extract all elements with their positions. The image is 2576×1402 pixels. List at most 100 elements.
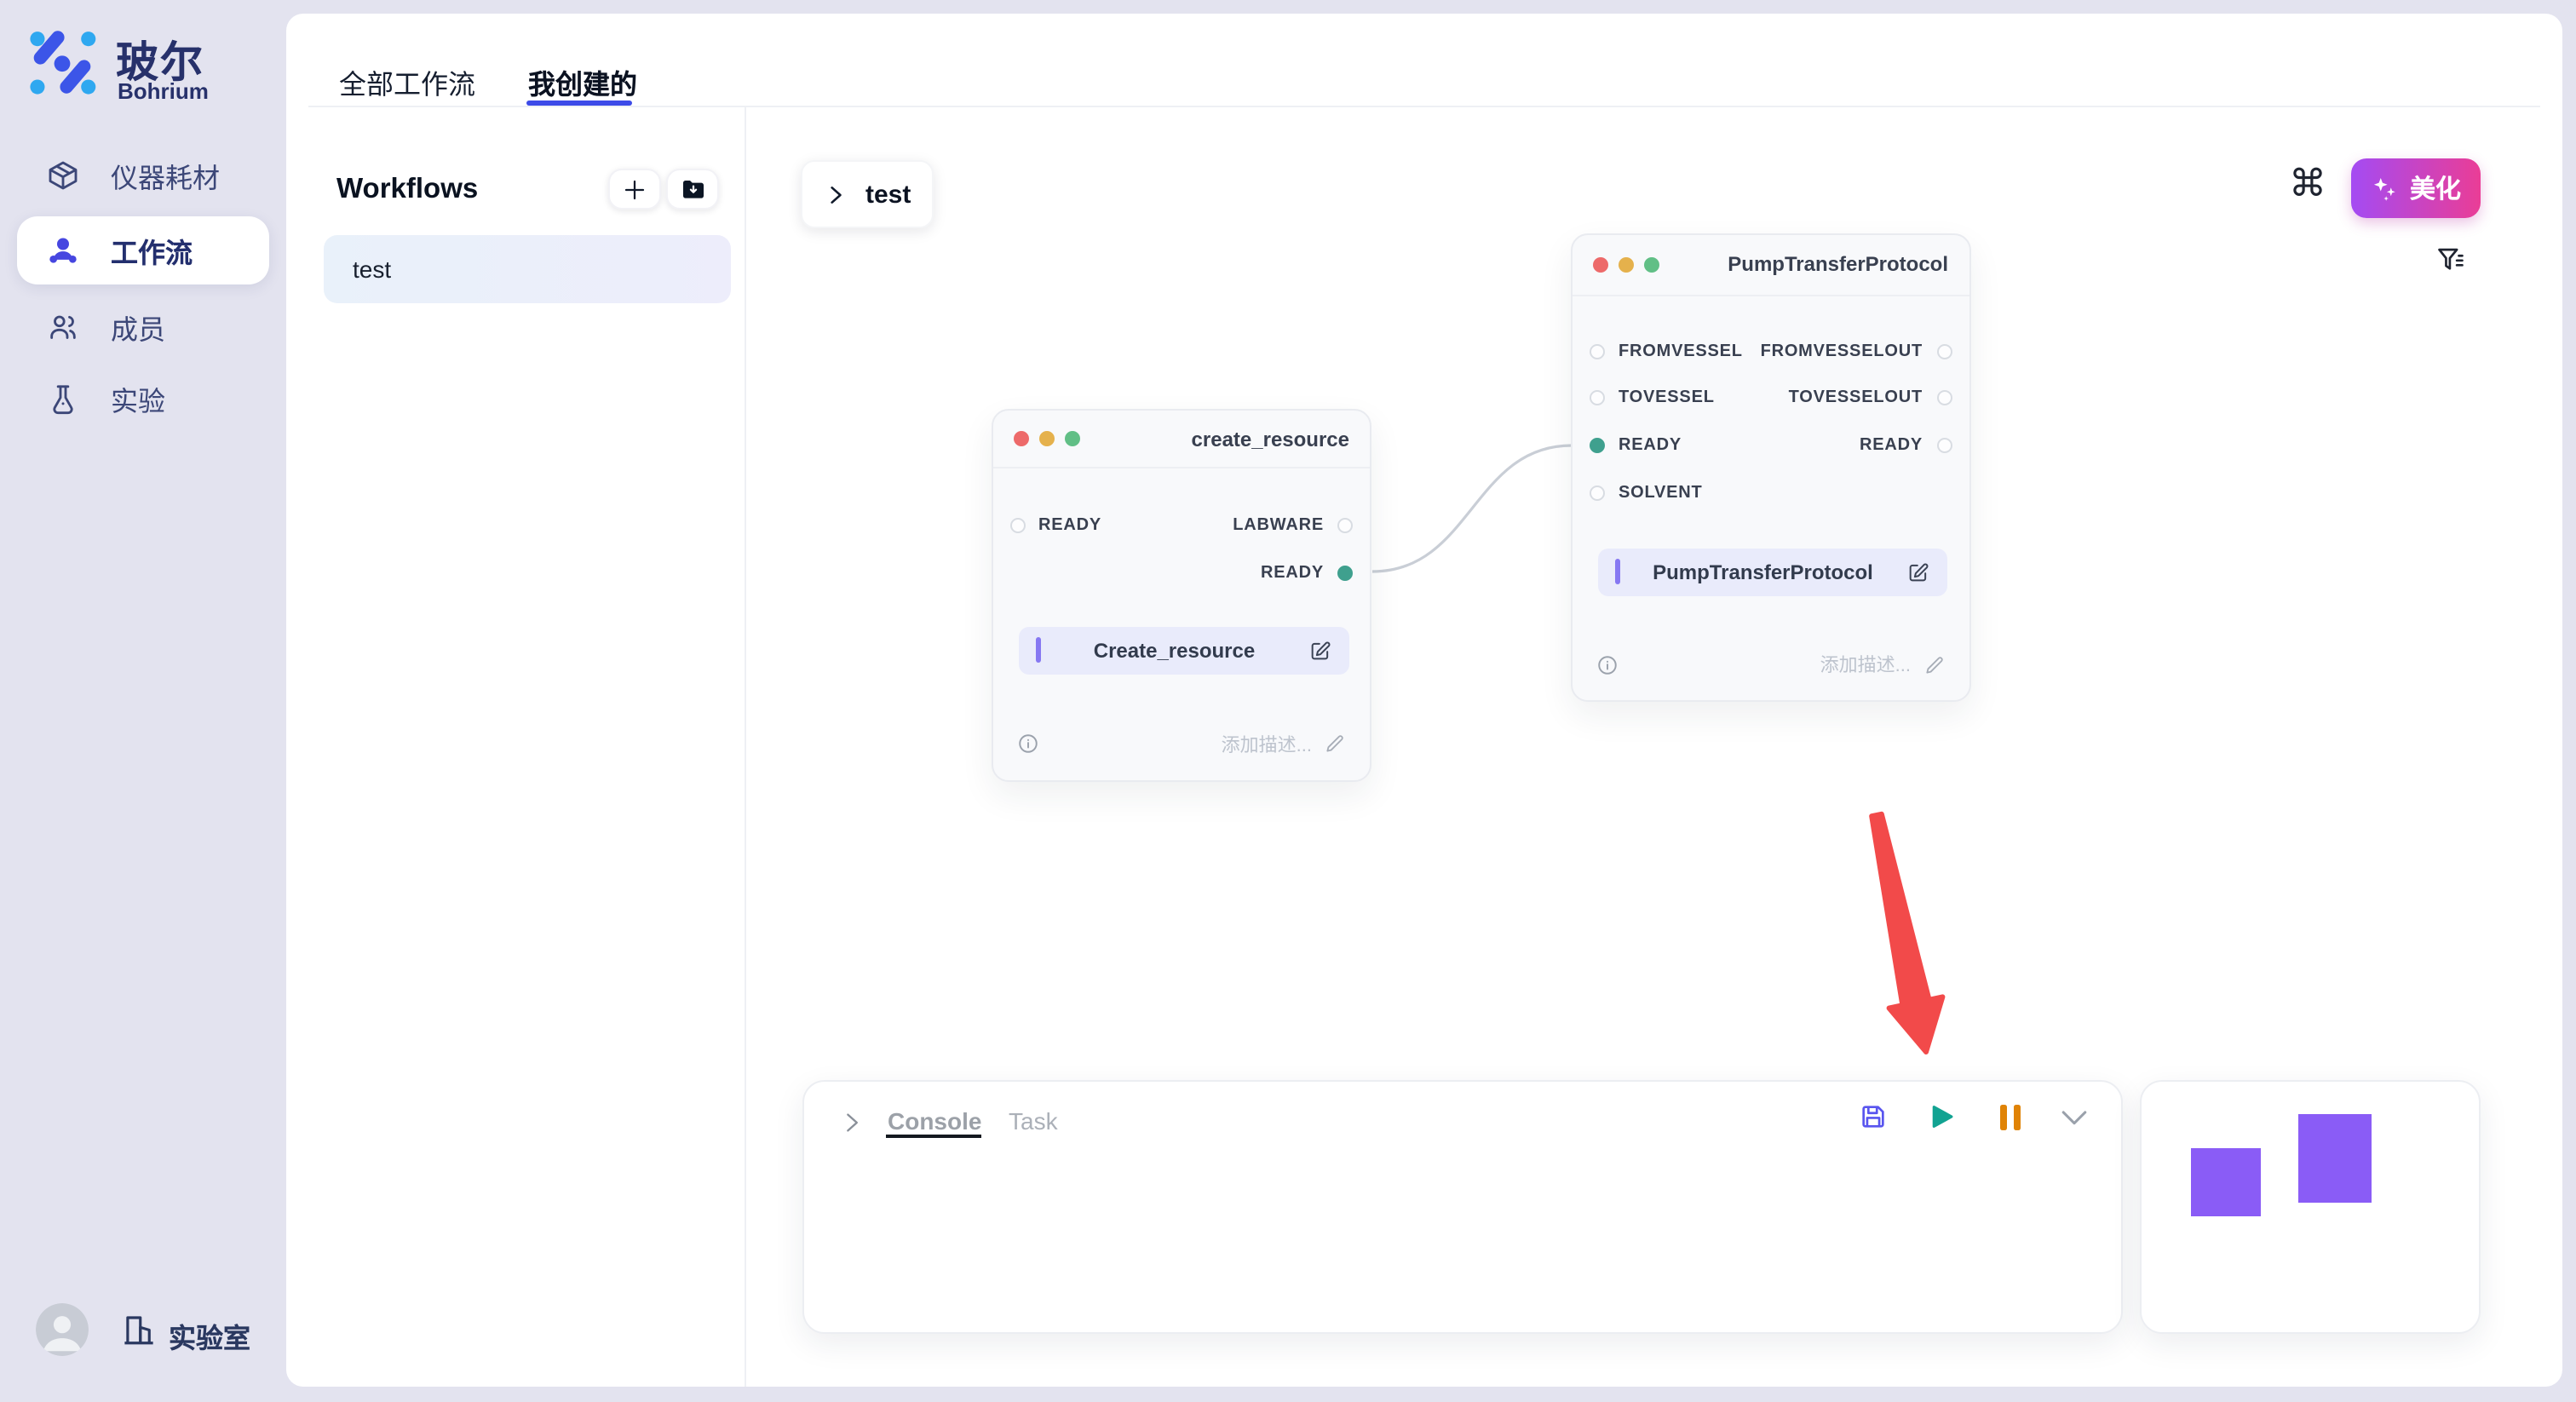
console-expand-chevron-icon[interactable] bbox=[839, 1111, 863, 1135]
workflows-panel-title: Workflows bbox=[336, 173, 478, 205]
beautify-label: 美化 bbox=[2410, 170, 2461, 206]
node-title: create_resource bbox=[1192, 427, 1349, 451]
run-play-icon[interactable] bbox=[1925, 1100, 1958, 1133]
description-placeholder[interactable]: 添加描述... bbox=[1820, 651, 1911, 678]
node-header: create_resource bbox=[992, 411, 1370, 468]
panel-divider bbox=[745, 105, 746, 1386]
node-action-button[interactable]: Create_resource bbox=[1018, 626, 1349, 675]
plus-icon bbox=[622, 176, 647, 202]
tab-task[interactable]: Task bbox=[1009, 1107, 1058, 1135]
main-panel: 全部工作流 我创建的 Workflows test bbox=[285, 13, 2562, 1386]
port-dot-output-fromvesselout[interactable] bbox=[1936, 343, 1952, 359]
port-row-input-solvent: SOLVENT bbox=[1590, 482, 1703, 503]
breadcrumb-label: test bbox=[865, 180, 911, 209]
avatar-person-icon bbox=[36, 1303, 89, 1356]
sidebar-footer: 实验室 bbox=[0, 1303, 285, 1361]
port-row-output-ready: READY bbox=[1261, 562, 1353, 583]
node-dot-green-icon bbox=[1064, 431, 1079, 446]
port-label: FROMVESSEL bbox=[1619, 342, 1743, 360]
port-label: LABWARE bbox=[1233, 515, 1324, 534]
sidebar-item-experiment[interactable]: 实验 bbox=[17, 365, 268, 433]
filter-icon[interactable] bbox=[2434, 244, 2466, 276]
sidebar-item-label: 仪器耗材 bbox=[111, 155, 220, 196]
node-header: PumpTransferProtocol bbox=[1573, 234, 1969, 296]
workflow-person-icon bbox=[46, 233, 80, 267]
red-arrow-annotation bbox=[1871, 813, 1941, 1051]
port-row-output-fromvesselout: FROMVESSELOUT bbox=[1761, 341, 1952, 361]
minimap-node-pump-transfer bbox=[2298, 1114, 2372, 1203]
experiment-icon bbox=[46, 382, 80, 416]
sidebar-item-label: 工作流 bbox=[111, 230, 193, 271]
tabs-divider bbox=[308, 105, 2539, 106]
port-dot-output-ready[interactable] bbox=[1936, 438, 1952, 453]
brand-subtitle: Bohrium bbox=[118, 78, 209, 104]
console-panel: Console Task bbox=[802, 1080, 2123, 1334]
tab-all-workflows[interactable]: 全部工作流 bbox=[339, 60, 475, 101]
port-label: SOLVENT bbox=[1619, 483, 1703, 502]
port-row-output-tovesselout: TOVESSELOUT bbox=[1789, 388, 1952, 408]
port-dot-input-tovessel[interactable] bbox=[1590, 390, 1605, 405]
sidebar-item-workflow[interactable]: 工作流 bbox=[17, 216, 268, 284]
members-icon bbox=[46, 310, 80, 344]
port-dot-input-fromvessel[interactable] bbox=[1590, 343, 1605, 359]
tab-console[interactable]: Console bbox=[888, 1107, 981, 1135]
add-workflow-button[interactable] bbox=[608, 169, 661, 210]
package-icon bbox=[46, 158, 80, 192]
port-label: READY bbox=[1261, 563, 1324, 582]
sidebar-item-label: 成员 bbox=[111, 307, 165, 348]
minimap[interactable] bbox=[2140, 1080, 2481, 1334]
pencil-icon[interactable] bbox=[1324, 733, 1346, 755]
sidebar-item-label: 实验 bbox=[111, 378, 165, 419]
port-dot-input-ready[interactable] bbox=[1009, 517, 1025, 532]
edit-icon[interactable] bbox=[1906, 560, 1929, 584]
port-row-output-ready: READY bbox=[1860, 435, 1952, 456]
chevron-right-icon bbox=[825, 183, 847, 205]
lab-building-icon[interactable] bbox=[121, 1312, 157, 1347]
node-action-button[interactable]: PumpTransferProtocol bbox=[1598, 549, 1946, 595]
breadcrumb[interactable]: test bbox=[801, 160, 934, 228]
workflow-list-item-test[interactable]: test bbox=[324, 234, 731, 302]
port-dot-input-solvent[interactable] bbox=[1590, 485, 1605, 500]
info-icon[interactable] bbox=[1016, 733, 1038, 755]
console-active-underline bbox=[886, 1135, 981, 1138]
action-label: Create_resource bbox=[1040, 639, 1308, 663]
node-footer: 添加描述... bbox=[1596, 651, 1945, 678]
command-icon[interactable]: ⌘ bbox=[2289, 164, 2326, 202]
pencil-icon[interactable] bbox=[1923, 653, 1945, 675]
edit-icon[interactable] bbox=[1308, 639, 1332, 663]
info-icon[interactable] bbox=[1596, 653, 1619, 675]
edge-create-to-pump bbox=[1371, 445, 1571, 571]
beautify-button[interactable]: 美化 bbox=[2351, 158, 2481, 218]
import-folder-button[interactable] bbox=[666, 169, 719, 210]
node-pump-transfer-protocol[interactable]: PumpTransferProtocol FROMVESSEL TOVESSEL… bbox=[1571, 233, 1970, 702]
collapse-chevron-down-icon[interactable] bbox=[2060, 1109, 2089, 1128]
port-row-input-ready: READY bbox=[1009, 514, 1101, 535]
action-label: PumpTransferProtocol bbox=[1620, 560, 1906, 584]
tab-created-by-me[interactable]: 我创建的 bbox=[528, 60, 637, 101]
port-row-input-ready: READY bbox=[1590, 435, 1682, 456]
port-label: TOVESSELOUT bbox=[1789, 388, 1923, 407]
sidebar-item-instruments[interactable]: 仪器耗材 bbox=[17, 141, 268, 210]
node-create-resource[interactable]: create_resource READY LABWARE READY Crea… bbox=[991, 409, 1371, 781]
port-label: READY bbox=[1038, 515, 1101, 534]
avatar[interactable] bbox=[36, 1303, 89, 1356]
save-icon[interactable] bbox=[1859, 1102, 1888, 1131]
port-dot-output-tovesselout[interactable] bbox=[1936, 390, 1952, 405]
port-row-input-tovessel: TOVESSEL bbox=[1590, 388, 1715, 408]
description-placeholder[interactable]: 添加描述... bbox=[1222, 730, 1312, 757]
port-dot-input-ready[interactable] bbox=[1590, 438, 1605, 453]
port-dot-output-labware[interactable] bbox=[1337, 517, 1353, 532]
node-dot-red-icon bbox=[1593, 256, 1608, 272]
node-title: PumpTransferProtocol bbox=[1728, 252, 1948, 276]
pause-icon[interactable] bbox=[1998, 1104, 2022, 1131]
port-dot-output-ready[interactable] bbox=[1337, 565, 1353, 580]
node-dot-red-icon bbox=[1013, 431, 1028, 446]
bohrium-logo-icon bbox=[27, 27, 97, 97]
sidebar: 玻尔 Bohrium 仪器耗材 工作流 成员 bbox=[0, 0, 285, 1402]
sidebar-item-members[interactable]: 成员 bbox=[17, 293, 268, 361]
node-dot-yellow-icon bbox=[1619, 256, 1634, 272]
workspace-label[interactable]: 实验室 bbox=[169, 1315, 250, 1356]
node-dot-yellow-icon bbox=[1038, 431, 1054, 446]
port-label: FROMVESSELOUT bbox=[1761, 342, 1923, 360]
port-label: TOVESSEL bbox=[1619, 388, 1715, 407]
